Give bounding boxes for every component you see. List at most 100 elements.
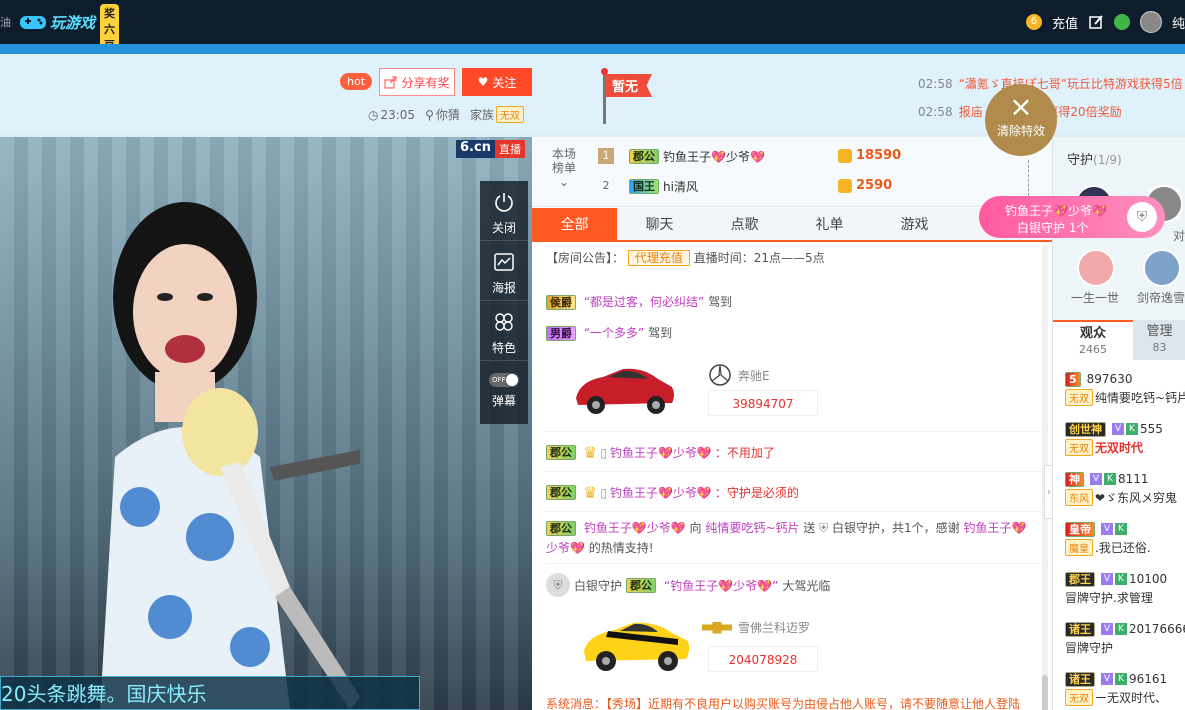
notice-recharge-tag[interactable]: 代理充值 <box>627 250 690 266</box>
ticker-time: 02:58 <box>918 77 953 91</box>
viewer-name: 无双时代 <box>1095 440 1144 455</box>
vip-icon: V <box>1101 673 1113 685</box>
ranking-label[interactable]: 本场 榜单 ⌄ <box>552 147 576 189</box>
car-brand: 奔驰E <box>738 368 770 383</box>
clock-icon: ◷ <box>368 107 379 122</box>
family-badge[interactable]: 无双 <box>495 106 524 123</box>
rank-username: 钓鱼王子💖少爷💖 <box>663 149 765 164</box>
viewer-name: 纯情要吃钙~钙片 <box>1095 390 1185 405</box>
receiver-username[interactable]: 纯情要吃钙~钙片 <box>705 521 799 535</box>
site-logo[interactable]: 玩游戏 奖六豆 <box>18 4 119 54</box>
close-stream-button[interactable]: 关闭 <box>480 181 528 241</box>
arrival-message: 侯爵 “都是过客，何必纠结” 驾到 <box>546 293 732 310</box>
crown-icon: ♛ <box>583 443 598 462</box>
send-word: 送 <box>803 521 816 535</box>
viewer-name: 冒牌守护 <box>1065 640 1114 655</box>
header-accent-band <box>0 44 1185 54</box>
chat-panel: 本场 榜单 ⌄ 1 郡公 钓鱼王子💖少爷💖 18590 2 国王 hi清风 25… <box>532 137 1052 710</box>
chat-text: ：守护是必须的 <box>714 486 799 500</box>
share-button[interactable]: 分享有奖 <box>379 68 455 96</box>
danmaku-toggle[interactable]: OFF 弹幕 <box>480 361 528 421</box>
viewer-item[interactable]: 5 897630 无双 纯情要吃钙~钙片 <box>1065 370 1185 410</box>
tab-chat[interactable]: 聊天 <box>617 208 702 240</box>
k-badge-icon: K <box>1115 523 1127 535</box>
user-avatar[interactable] <box>1139 11 1162 33</box>
viewer-list: 5 897630 无双 纯情要吃钙~钙片 创世神 V K 555 无双 无双时代 神 V K 81… <box>1053 360 1185 710</box>
poster-button[interactable]: 海报 <box>480 241 528 301</box>
location-text: 你猜 <box>435 108 460 122</box>
chat-username[interactable]: 钓鱼王子💖少爷💖 <box>610 444 712 461</box>
tab-all[interactable]: 全部 <box>532 208 617 240</box>
tab-viewers[interactable]: 观众 2465 <box>1053 320 1133 360</box>
top-right-tools: 6 充值 纯 <box>1025 0 1185 44</box>
to-word: 向 <box>689 521 702 535</box>
level-badge: 皇帝 <box>1065 521 1095 537</box>
six-cn-logo: 6.cn 直播 <box>456 140 525 158</box>
room-meta: ◷ 23:05 ⚲ 你猜 家族 无双 <box>368 106 524 123</box>
live-time: 23:05 <box>380 107 416 122</box>
logo-text: 玩游戏 <box>50 13 96 32</box>
guard-avatar[interactable] <box>1077 249 1115 287</box>
thanks-username[interactable]: 钓鱼王子💖 <box>963 521 1026 535</box>
phone-icon: ▯ <box>600 445 607 460</box>
crown-icon: ♛ <box>583 483 598 502</box>
verified-icon[interactable] <box>1113 14 1130 30</box>
clear-effects-button[interactable]: × 清除特效 <box>985 84 1057 156</box>
guard-avatar[interactable] <box>1143 249 1181 287</box>
level-badge: 诸王 <box>1065 671 1095 687</box>
guard-gift-message-line2: 少爷💖 的热情支持! <box>546 539 654 556</box>
popup-connector <box>1028 160 1029 196</box>
guard-notification-popup[interactable]: 钓鱼王子💖少爷💖 白银守护 1个 ⛨ <box>979 196 1165 238</box>
viewer-item[interactable]: 诸王 V K 96161 无双 ー无双时代、 <box>1065 670 1185 710</box>
tab-admins[interactable]: 管理 83 <box>1133 320 1185 360</box>
ranking-row[interactable]: 2 国王 hi清风 <box>598 174 698 198</box>
tab-viewers-label: 观众 <box>1079 326 1106 341</box>
tab-gift-list[interactable]: 礼单 <box>787 208 872 240</box>
viewer-item[interactable]: 神 V K 8111 东风 ❤ゞ东风メ穷鬼 <box>1065 470 1185 510</box>
car-owner-id[interactable]: 204078928 <box>708 646 818 672</box>
viewer-item[interactable]: 诸王 V K 20176666 冒牌守护 <box>1065 620 1185 660</box>
chat-username[interactable]: 钓鱼王子💖少爷💖 <box>610 484 712 501</box>
sender-username[interactable]: 钓鱼王子💖少爷💖 <box>584 521 686 535</box>
coin-icon: 6 <box>1025 14 1042 30</box>
thanks-username-cont[interactable]: 少爷💖 <box>546 541 585 555</box>
live-badge: 直播 <box>494 140 525 158</box>
tab-games[interactable]: 游戏 <box>872 208 957 240</box>
video-player[interactable]: 关闭 海报 特色 OFF 弹幕 6.cn 直播 20头条跳舞。国庆快乐 <box>0 137 532 710</box>
viewer-item[interactable]: 郡王 V K 10100 冒牌守护.求管理 <box>1065 570 1185 610</box>
level-badge: 神 <box>1065 471 1084 487</box>
vip-icon: V <box>1101 573 1113 585</box>
edit-icon[interactable] <box>1088 14 1104 30</box>
guard-name-cut: 对 <box>1173 229 1185 243</box>
ranking-row[interactable]: 1 郡公 钓鱼王子💖少爷💖 <box>598 144 765 168</box>
guard-name[interactable]: 剑帝逸雪 <box>1137 289 1185 306</box>
features-button[interactable]: 特色 <box>480 301 528 361</box>
arrival-username[interactable]: “都是过客，何必纠结” <box>584 295 704 309</box>
gamepad-icon <box>20 16 46 29</box>
level-badge: 5 <box>1065 371 1081 387</box>
arrival-username[interactable]: “钓鱼王子💖少爷💖” <box>664 577 778 594</box>
divider <box>546 563 1041 564</box>
car-owner-id[interactable]: 39894707 <box>708 390 818 416</box>
share-label: 分享有奖 <box>401 75 450 90</box>
guard-label: 白银守护 <box>574 578 623 593</box>
chat-messages: 【房间公告】： 代理充值 直播时间：21点——5点 侯爵 “都是过客，何必纠结”… <box>546 245 1041 710</box>
guard-name[interactable]: 一生一世 <box>1071 289 1119 306</box>
rank-title-tag: 郡公 <box>629 148 659 164</box>
danmaku-overlay: 20头条跳舞。国庆快乐 <box>0 676 420 710</box>
rank-score-value: 18590 <box>856 148 902 163</box>
tab-song-request[interactable]: 点歌 <box>702 208 787 240</box>
arrival-username[interactable]: “一个多多” <box>584 326 644 340</box>
recharge-link[interactable]: 充值 <box>1052 13 1078 32</box>
divider <box>546 471 1041 472</box>
k-badge-icon: K <box>1114 623 1127 635</box>
viewer-item[interactable]: 皇帝 V K 魔皇 .我已还俗. <box>1065 520 1185 560</box>
location-icon: ⚲ <box>425 107 434 122</box>
top-left-cut-text[interactable]: 油 <box>0 14 11 30</box>
username-cut[interactable]: 纯 <box>1172 13 1185 32</box>
clear-effects-label: 清除特效 <box>996 124 1045 138</box>
viewer-item[interactable]: 创世神 V K 555 无双 无双时代 <box>1065 420 1185 460</box>
follow-button[interactable]: ♥ 关注 <box>462 68 532 96</box>
hot-badge: hot <box>340 73 373 90</box>
ranking-label-line1: 本场 <box>552 147 577 161</box>
